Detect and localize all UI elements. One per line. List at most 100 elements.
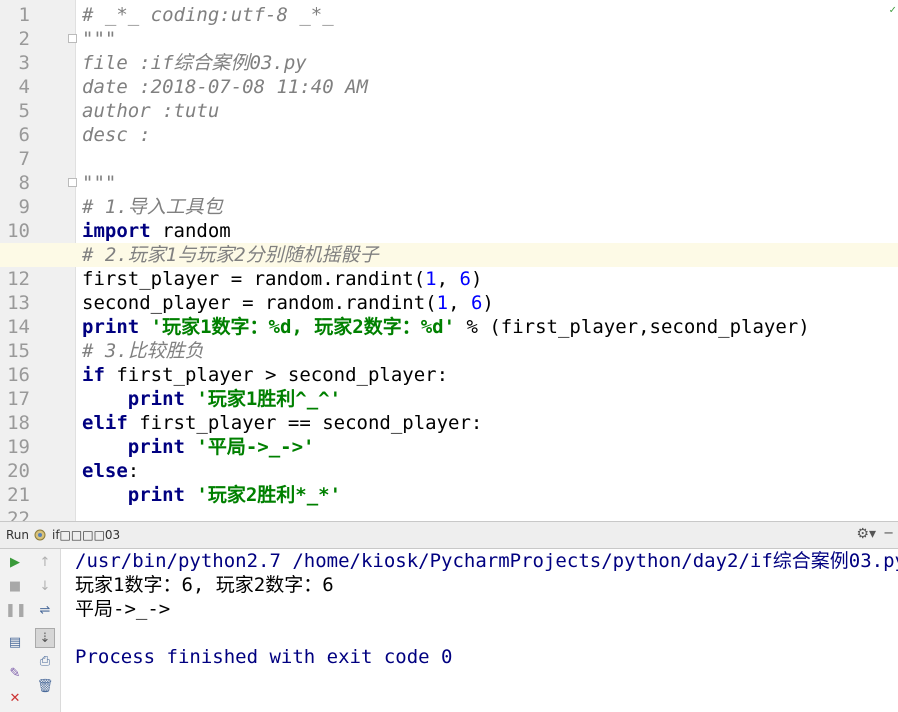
code-token: : [127, 460, 140, 482]
code-line-text: print '玩家2胜利*_*' [82, 483, 341, 507]
code-token: file :if综合案例03.py [82, 52, 307, 74]
code-token: '玩家1数字：%d, 玩家2数字：%d' [150, 316, 456, 338]
code-line[interactable]: # 1.导入工具包 [0, 195, 898, 219]
code-token: 1 [425, 268, 437, 290]
scroll-to-end-icon[interactable]: ⇣ [35, 628, 55, 648]
code-line-text: """ [82, 27, 116, 51]
code-line-current[interactable]: # 2.玩家1与玩家2分别随机摇骰子 [0, 243, 898, 267]
code-token: % (first_player,second_player) [455, 316, 810, 338]
code-line[interactable]: file :if综合案例03.py [0, 51, 898, 75]
code-line-text: file :if综合案例03.py [82, 51, 307, 75]
code-token: if [82, 364, 105, 386]
code-token: print [127, 484, 185, 506]
code-line[interactable] [0, 507, 898, 521]
code-token: print [82, 316, 140, 338]
stop-icon[interactable]: ■ [5, 577, 25, 597]
code-line-text: desc : [82, 123, 151, 147]
run-config-name[interactable]: if□□□□03 [52, 528, 120, 542]
layout-icon[interactable]: ▤ [5, 633, 25, 653]
gear-icon[interactable]: ⚙▾ [856, 526, 876, 542]
code-line-text: # 3.比较胜负 [82, 339, 204, 363]
code-line-text: print '玩家1数字：%d, 玩家2数字：%d' % (first_play… [82, 315, 810, 339]
code-line[interactable]: """ [0, 27, 898, 51]
minimize-icon[interactable]: − [883, 526, 894, 541]
code-line-text: """ [82, 171, 116, 195]
code-line-text: first_player = random.randint(1, 6) [82, 267, 482, 291]
console-line: Process finished with exit code 0 [75, 646, 453, 668]
code-line[interactable]: first_player = random.randint(1, 6) [0, 267, 898, 291]
code-line[interactable]: """ [0, 171, 898, 195]
code-line-text: import random [82, 219, 231, 243]
code-editor[interactable]: 12345678910111213141516171819202122 # _*… [0, 0, 898, 521]
code-token: author :tutu [82, 100, 220, 122]
code-line[interactable]: else: [0, 459, 898, 483]
code-line-text: # 2.玩家1与玩家2分别随机摇骰子 [82, 243, 379, 267]
code-line-text: # _*_ coding:utf-8 _*_ [82, 3, 334, 27]
code-token: second_player = random.randint( [82, 292, 437, 314]
code-line[interactable]: # 3.比较胜负 [0, 339, 898, 363]
code-token: desc : [82, 124, 151, 146]
code-token: ) [482, 292, 494, 314]
code-token: '玩家2胜利*_*' [196, 484, 342, 506]
code-line[interactable]: import random [0, 219, 898, 243]
code-line[interactable]: print '玩家1数字：%d, 玩家2数字：%d' % (first_play… [0, 315, 898, 339]
code-line-text: if first_player > second_player: [82, 363, 448, 387]
run-tool-window-header: Run if□□□□03 ⚙▾ − [0, 521, 898, 549]
code-line[interactable]: print '玩家1胜利^_^' [0, 387, 898, 411]
code-token: print [127, 436, 185, 458]
up-arrow-icon[interactable]: ↑ [35, 553, 55, 573]
console-line: 玩家1数字：6, 玩家2数字：6 [75, 574, 334, 596]
code-token: first_player = random.randint( [82, 268, 426, 290]
code-line-text: print '平局->_->' [82, 435, 315, 459]
code-line[interactable] [0, 147, 898, 171]
close-icon[interactable]: ✕ [5, 689, 25, 709]
code-line[interactable]: date :2018-07-08 11:40 AM [0, 75, 898, 99]
run-tab-label[interactable]: Run [6, 528, 29, 542]
pause-icon[interactable]: ❚❚ [5, 601, 27, 621]
code-token: """ [82, 28, 117, 50]
code-line-text: print '玩家1胜利^_^' [82, 387, 341, 411]
code-line-text: elif first_player == second_player: [82, 411, 482, 435]
code-token: first_player == second_player: [127, 412, 483, 434]
code-token: # 3.比较胜负 [82, 340, 204, 362]
code-line[interactable]: if first_player > second_player: [0, 363, 898, 387]
code-token: ) [470, 268, 483, 290]
soft-wrap-icon[interactable]: ⇌ [35, 601, 55, 621]
code-line-text: # 1.导入工具包 [82, 195, 223, 219]
down-arrow-icon[interactable]: ↓ [35, 577, 55, 597]
run-icon[interactable]: ▶ [5, 553, 25, 573]
trash-icon[interactable]: 🗑 [35, 677, 55, 697]
code-line[interactable]: print '平局->_->' [0, 435, 898, 459]
code-line-text: author :tutu [82, 99, 219, 123]
code-token: print [127, 388, 185, 410]
code-line[interactable]: elif first_player == second_player: [0, 411, 898, 435]
code-line-text: else: [82, 459, 139, 483]
code-token: """ [82, 172, 117, 194]
console-line: /usr/bin/python2.7 /home/kiosk/PycharmPr… [75, 550, 898, 572]
code-token: '玩家1胜利^_^' [196, 388, 342, 410]
code-line-text: date :2018-07-08 11:40 AM [82, 75, 368, 99]
code-token: 1 [436, 292, 449, 314]
code-token: 6 [459, 268, 471, 290]
code-token: # _*_ coding:utf-8 _*_ [82, 4, 334, 26]
code-line[interactable]: second_player = random.randint(1, 6) [0, 291, 898, 315]
code-token: else [82, 460, 128, 482]
code-token: first_player > second_player: [104, 364, 449, 386]
code-line[interactable]: # _*_ coding:utf-8 _*_ [0, 3, 898, 27]
console-output[interactable]: /usr/bin/python2.7 /home/kiosk/PycharmPr… [61, 549, 898, 712]
code-token: elif [82, 412, 128, 434]
print-icon[interactable]: ⎙ [35, 652, 55, 672]
code-line[interactable]: author :tutu [0, 99, 898, 123]
code-line[interactable]: print '玩家2胜利*_*' [0, 483, 898, 507]
code-line[interactable]: desc : [0, 123, 898, 147]
python-icon [34, 529, 46, 541]
pin-icon[interactable]: ✎ [5, 664, 25, 684]
code-token: 6 [470, 292, 483, 314]
